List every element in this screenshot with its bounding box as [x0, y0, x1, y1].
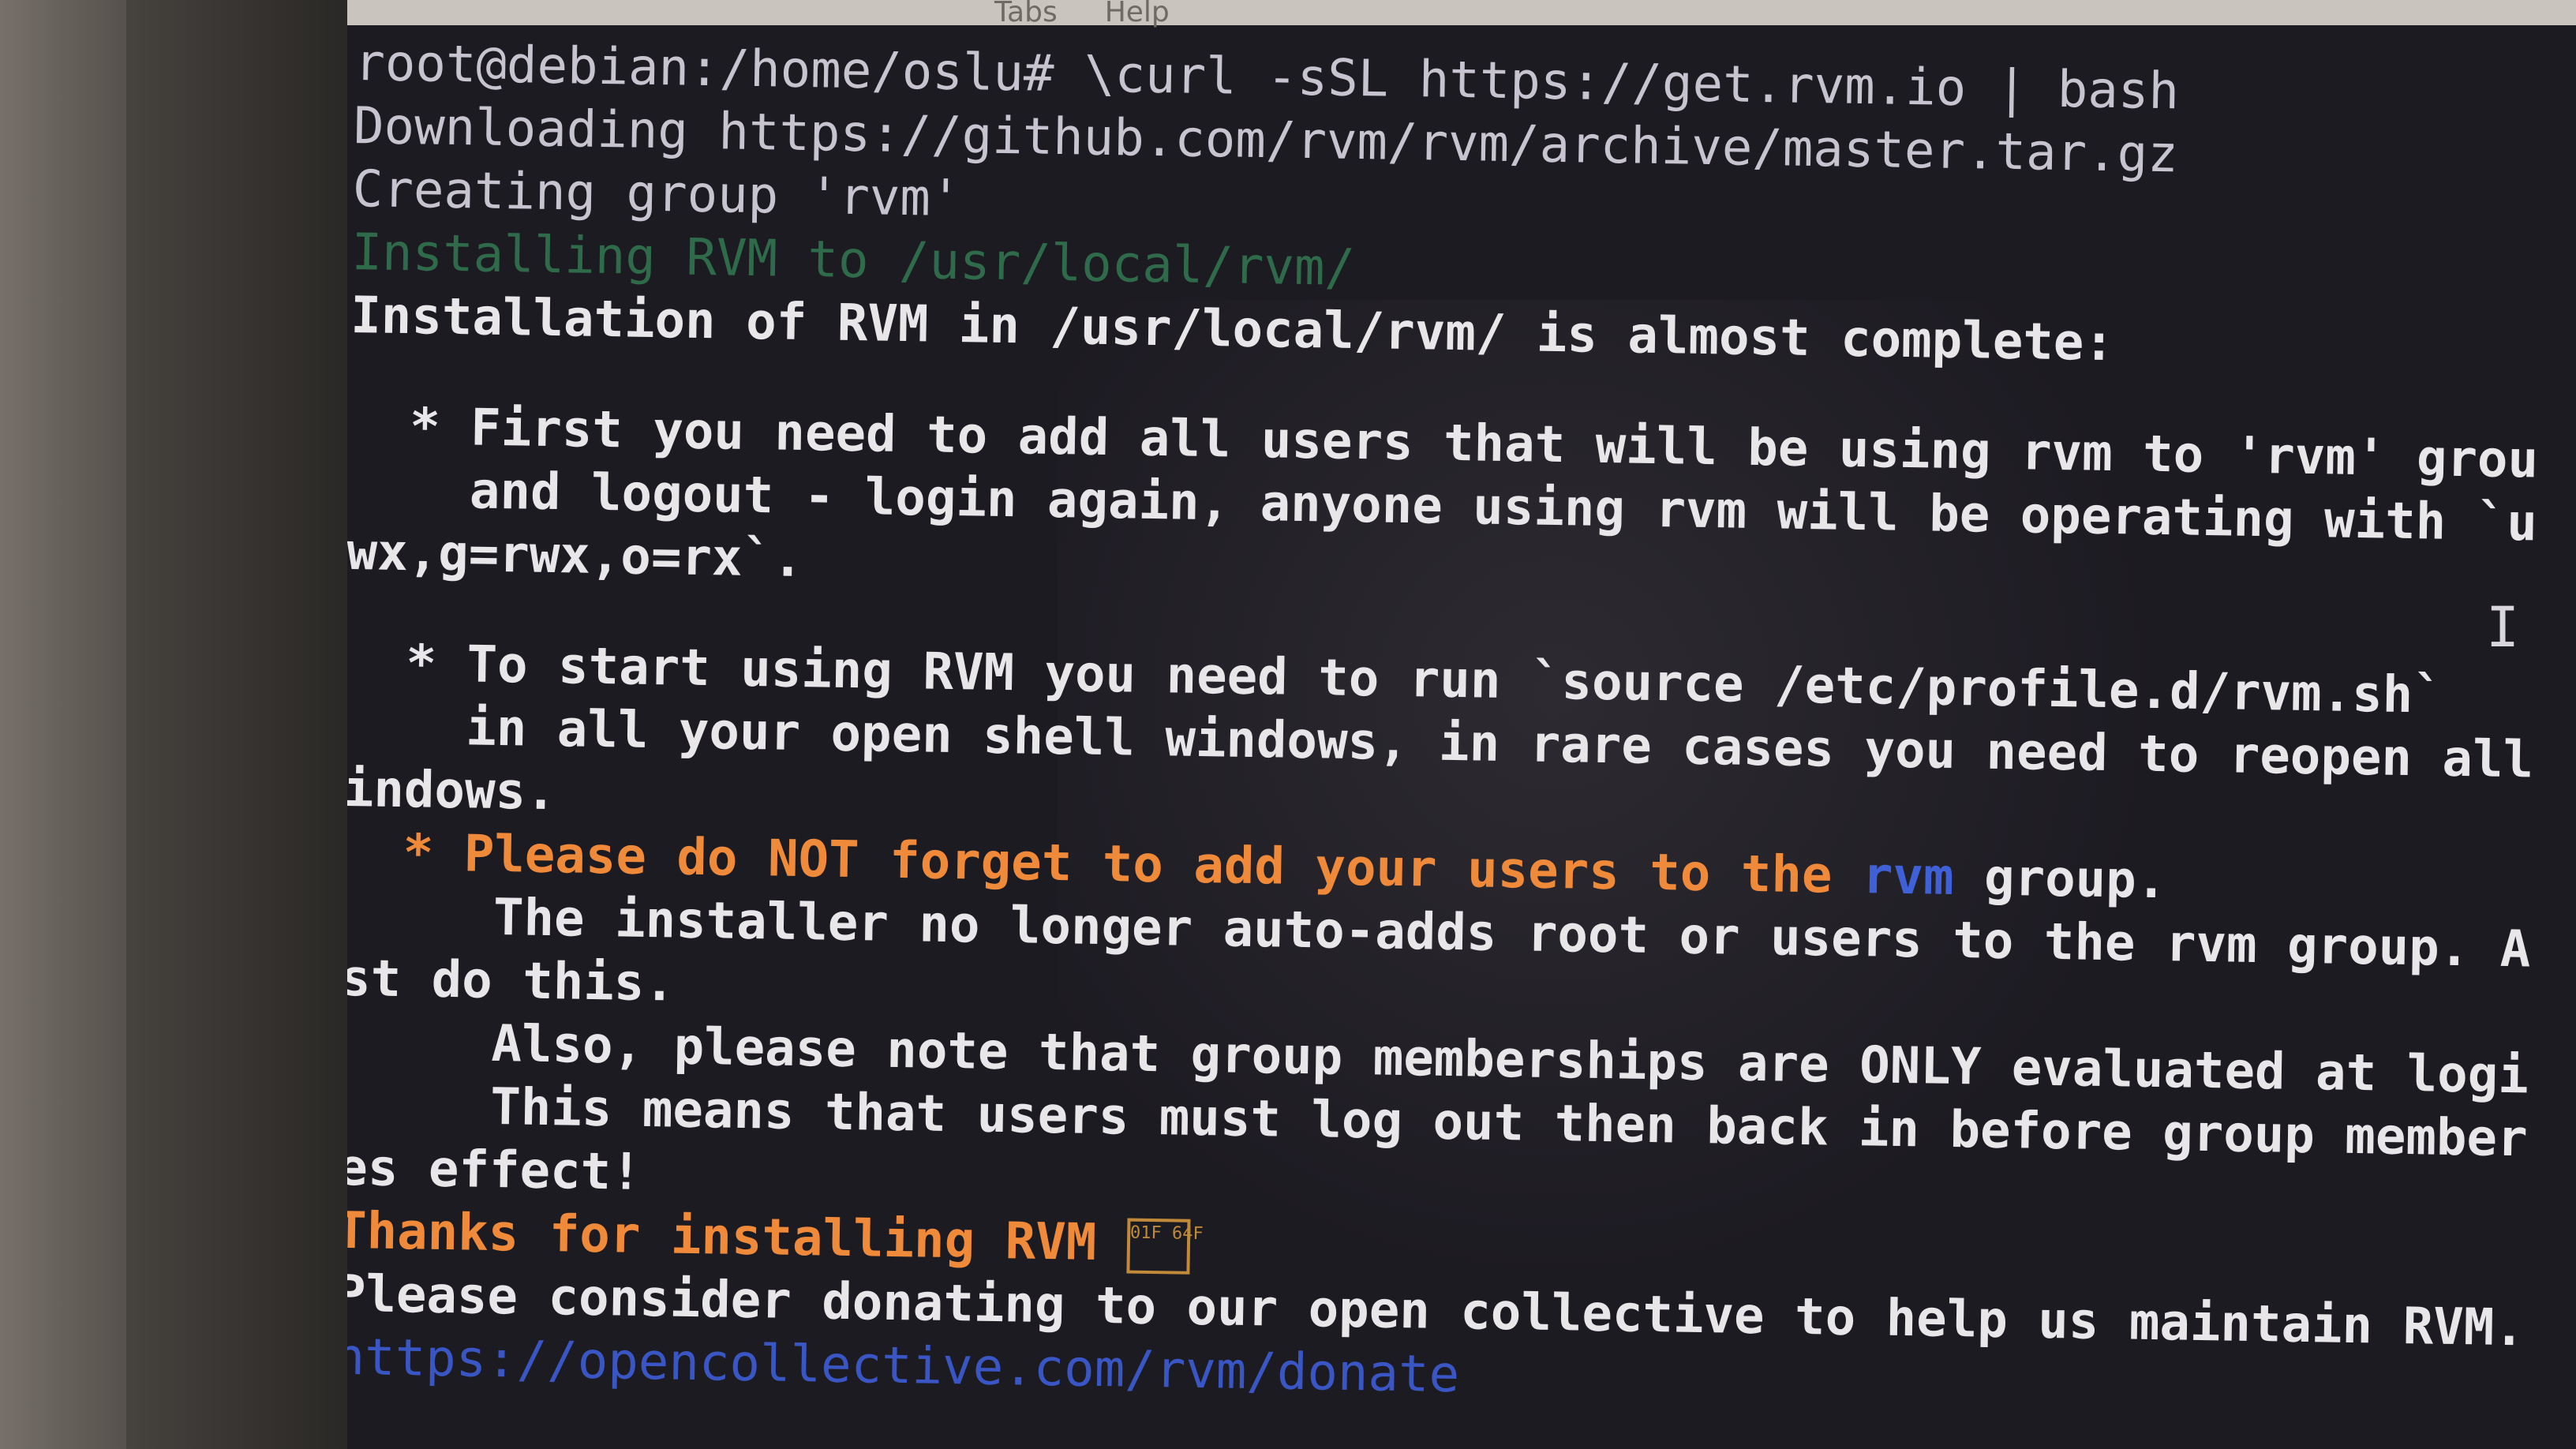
terminal-output[interactable]: root@debian:/home/oslu# \curl -sSL https… [347, 32, 2557, 1449]
menu-item-help[interactable]: Help [1105, 0, 1170, 27]
menubar: Tabs Help [347, 0, 2576, 27]
monitor-bezel-highlight [0, 0, 126, 1449]
text-cursor-icon: I [2486, 595, 2520, 660]
warning-suffix: group. [1953, 848, 2167, 911]
thanks-text: Thanks for installing RVM [347, 1201, 1128, 1273]
terminal-window: Tabs Help root@debian:/home/oslu# \curl … [347, 0, 2576, 1449]
menu-item-tabs[interactable]: Tabs [994, 0, 1058, 27]
pray-emoji-icon: 01F 64F [1126, 1218, 1204, 1275]
rvm-group-highlight: rvm [1862, 847, 1955, 907]
